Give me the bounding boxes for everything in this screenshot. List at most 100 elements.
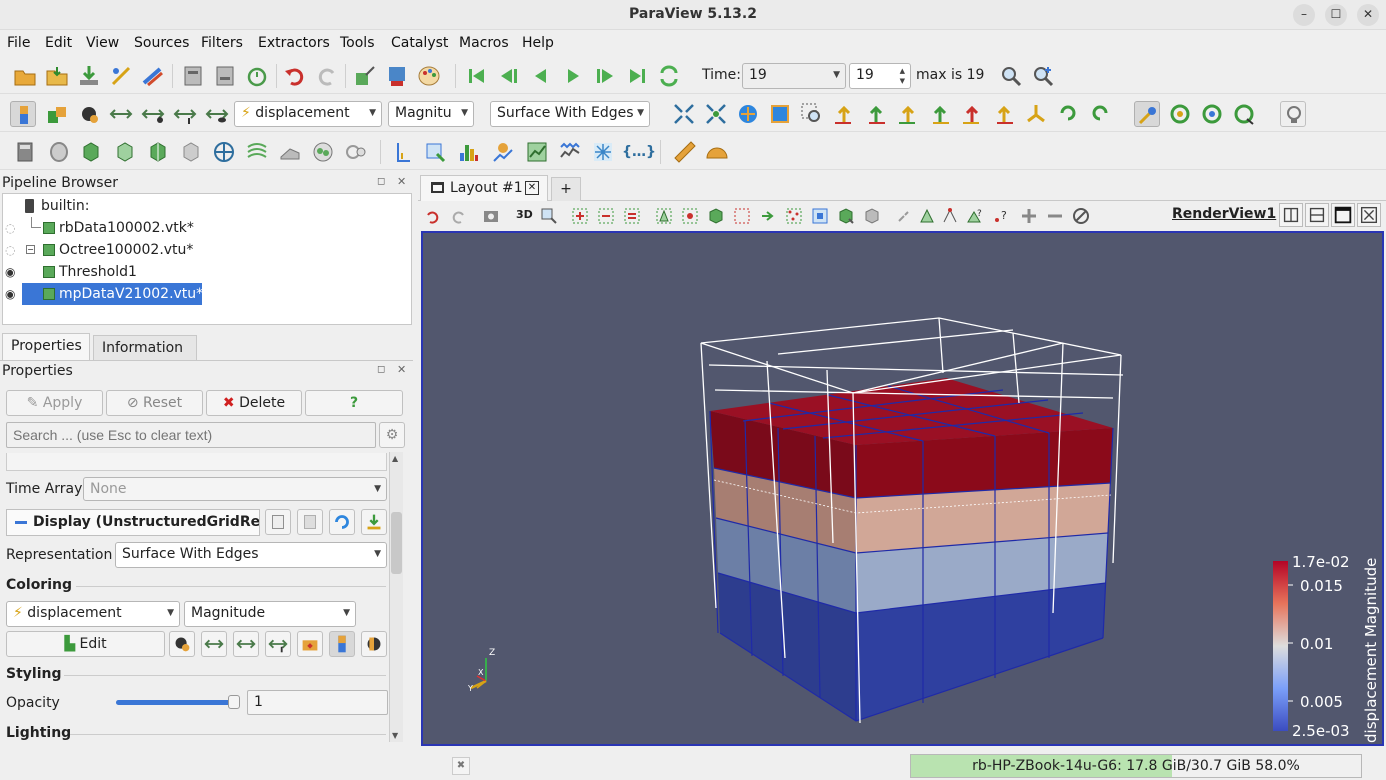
eye-closed-icon[interactable]: ◌ (5, 239, 15, 261)
menu-edit[interactable]: Edit (45, 35, 72, 51)
camera-undo-icon[interactable] (352, 63, 378, 89)
menu-tools[interactable]: Tools (340, 35, 375, 51)
view-plus-z-icon[interactable] (959, 101, 985, 127)
python-icon[interactable] (140, 63, 166, 89)
render-viewport[interactable]: Z X Y 1.7e-02 0.015 0.01 0.005 2.5e-03 d… (421, 231, 1384, 746)
query-points-icon[interactable]: ? (992, 207, 1010, 225)
undo-icon[interactable] (282, 63, 308, 89)
slice-icon[interactable] (112, 139, 138, 165)
scroll-down-icon[interactable]: ▼ (392, 731, 398, 740)
plot-data-icon[interactable] (490, 139, 516, 165)
maximize-view-icon[interactable] (1331, 203, 1355, 227)
rescale-data-icon[interactable] (108, 101, 134, 127)
eye-icon[interactable]: ◉ (5, 261, 15, 283)
open-icon[interactable] (12, 63, 38, 89)
rescale-visible-icon[interactable] (140, 101, 166, 127)
zoom-closest-icon[interactable] (1030, 63, 1056, 89)
menu-macros[interactable]: Macros (459, 35, 509, 51)
zoom-to-box-icon[interactable] (767, 101, 793, 127)
pipeline-item-builtin[interactable]: builtin: (3, 195, 411, 217)
coloring-component-combo[interactable]: Magnitude ▼ (184, 601, 356, 627)
glyph-icon[interactable] (211, 139, 237, 165)
clear-selection-icon[interactable] (895, 207, 913, 225)
opacity-slider[interactable] (116, 695, 240, 709)
scroll-thumb[interactable] (391, 512, 402, 574)
rotate-minus-90-icon[interactable] (1087, 101, 1113, 127)
close-icon[interactable]: ✖ (452, 757, 470, 775)
rendered-mesh[interactable]: Z X Y 1.7e-02 0.015 0.01 0.005 2.5e-03 d… (423, 233, 1382, 744)
histogram-icon[interactable] (456, 139, 482, 165)
contour-icon[interactable] (46, 139, 72, 165)
add-layout-button[interactable]: + (551, 177, 581, 201)
server-connect-icon[interactable] (180, 63, 206, 89)
interactive-select-icon[interactable] (540, 207, 558, 225)
subtract-selection-icon[interactable] (1046, 207, 1064, 225)
tab-information[interactable]: Information (93, 335, 197, 361)
search-input[interactable] (6, 422, 376, 448)
float-icon[interactable]: ◻ (377, 176, 385, 187)
menu-help[interactable]: Help (522, 35, 554, 51)
help-button[interactable]: ? (305, 390, 403, 416)
zoom-data-icon[interactable] (998, 63, 1024, 89)
select-interactive-points-icon[interactable] (759, 207, 777, 225)
threshold-icon[interactable] (145, 139, 171, 165)
close-icon[interactable]: ✕ (397, 363, 406, 376)
opacity-slider-handle[interactable] (228, 695, 240, 709)
menu-extractors[interactable]: Extractors (258, 35, 330, 51)
play-icon[interactable] (560, 63, 586, 89)
loop-icon[interactable] (656, 63, 682, 89)
rescale-visible-icon[interactable] (233, 631, 259, 657)
reset-camera-icon[interactable] (671, 101, 697, 127)
triangle-select-icon[interactable] (918, 207, 936, 225)
split-vertical-icon[interactable] (1305, 203, 1329, 227)
reset-center-icon[interactable] (1167, 101, 1193, 127)
pipeline-item-rbdata[interactable]: ◌ rbData100002.vtk* (3, 217, 411, 239)
shrink-selection-icon[interactable] (863, 207, 881, 225)
select-polygon-icon[interactable] (655, 207, 673, 225)
rescale-data-icon[interactable] (201, 631, 227, 657)
close-button[interactable]: ✕ (1357, 4, 1379, 26)
display-section-header[interactable]: Display (UnstructuredGridRepr (6, 509, 260, 536)
last-frame-icon[interactable] (624, 63, 650, 89)
menu-catalyst[interactable]: Catalyst (391, 35, 448, 51)
menu-filters[interactable]: Filters (201, 35, 243, 51)
view-minus-y-icon[interactable] (927, 101, 953, 127)
points-triangle-icon[interactable] (941, 207, 959, 225)
pipeline-item-threshold[interactable]: ◉ Threshold1 (3, 261, 411, 283)
timer-icon[interactable] (244, 63, 270, 89)
camera-redo-icon[interactable] (449, 207, 467, 225)
rescale-custom-icon[interactable] (169, 631, 195, 657)
save-screenshot-icon[interactable] (384, 63, 410, 89)
calculator-icon[interactable] (12, 139, 38, 165)
color-array-combo[interactable]: ⚡ displacement ▼ (234, 101, 382, 127)
toggle-legend-icon[interactable] (329, 631, 355, 657)
rescale-over-time-icon[interactable] (204, 101, 230, 127)
plot-over-line-icon[interactable] (390, 139, 416, 165)
gear-icon[interactable]: ⚙ (379, 422, 405, 448)
tab-properties[interactable]: Properties (2, 333, 90, 361)
grow-selection-icon[interactable] (837, 207, 855, 225)
apply-button[interactable]: ✎ Apply (6, 390, 103, 416)
properties-scrollbar[interactable]: ▲ ▼ (389, 452, 403, 742)
extract-subset-icon[interactable] (178, 139, 204, 165)
edit-colormap-icon[interactable] (44, 101, 70, 127)
rescale-temporal-icon[interactable] (265, 631, 291, 657)
rescale-temporal-icon[interactable] (172, 101, 198, 127)
first-frame-icon[interactable] (464, 63, 490, 89)
refresh-icon[interactable] (329, 509, 355, 535)
add-selection-icon[interactable] (1020, 207, 1038, 225)
protractor-icon[interactable] (704, 139, 730, 165)
eye-icon[interactable]: ◉ (5, 283, 15, 305)
time-combo[interactable]: 19 ▼ (742, 63, 846, 89)
isometric-view-icon[interactable] (1023, 101, 1049, 127)
rotate-center-icon[interactable] (1231, 101, 1257, 127)
plot-global-icon[interactable] (524, 139, 550, 165)
clip-icon[interactable] (78, 139, 104, 165)
component-combo[interactable]: Magnitu ▼ (388, 101, 474, 127)
memory-indicator[interactable]: rb-HP-ZBook-14u-G6: 17.8 GiB/30.7 GiB 58… (910, 754, 1362, 778)
view-minus-x-icon[interactable] (863, 101, 889, 127)
paste-icon[interactable] (297, 509, 323, 535)
time-index-spinbox[interactable]: 19 ▲ ▼ (849, 63, 911, 89)
representation-combo[interactable]: Surface With Edges ▼ (490, 101, 650, 127)
copy-icon[interactable] (265, 509, 291, 535)
